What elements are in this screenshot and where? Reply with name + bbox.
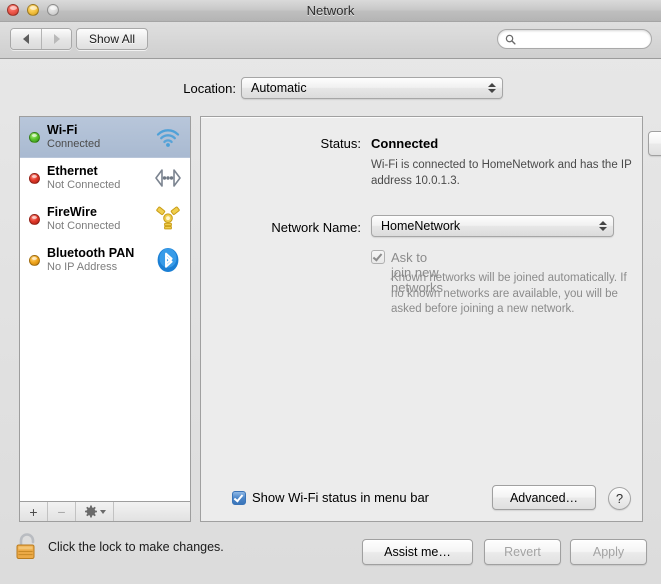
status-indicator-green [29, 131, 40, 143]
bluetooth-icon [154, 246, 182, 274]
status-indicator-red [29, 172, 40, 184]
service-name: Wi-Fi [47, 123, 78, 138]
advanced-label: Advanced… [509, 490, 579, 505]
location-popup-button[interactable]: Automatic [241, 77, 503, 99]
window-titlebar: Network [0, 0, 661, 22]
ask-to-join-description: Known networks will be joined automatica… [391, 272, 627, 316]
show-wifi-status-label: Show Wi-Fi status in menu bar [252, 490, 430, 505]
service-name: Ethernet [47, 164, 98, 179]
show-wifi-status-checkbox-row[interactable]: Show Wi-Fi status in menu bar [232, 490, 429, 505]
status-label: Status: [320, 136, 361, 151]
status-description: Wi-Fi is connected to HomeNetwork and ha… [371, 159, 632, 187]
service-row-wifi[interactable]: Wi-Fi Connected [20, 117, 190, 158]
service-row-firewire[interactable]: FireWire Not Connected [20, 199, 190, 240]
service-text: Bluetooth PAN No IP Address [47, 246, 134, 273]
service-text: FireWire Not Connected [47, 205, 120, 232]
network-name-label: Network Name: [271, 220, 361, 235]
service-row-bluetooth-pan[interactable]: Bluetooth PAN No IP Address [20, 240, 190, 281]
wifi-settings-panel: Status: Connected Turn Wi-Fi Off Wi-Fi i… [200, 116, 661, 522]
gear-icon [84, 505, 97, 517]
show-all-button[interactable]: Show All [76, 28, 149, 50]
remove-service-label: − [57, 503, 66, 520]
service-name: Bluetooth PAN [47, 246, 135, 261]
service-row-ethernet[interactable]: Ethernet Not Connected [20, 158, 190, 199]
navigation-buttons [10, 28, 72, 50]
network-preferences-window: Network Show All Location: Automatic Wi-… [0, 0, 661, 584]
arrow-left-icon [23, 34, 29, 44]
arrow-right-icon [53, 34, 60, 44]
stepper-arrows-icon [599, 221, 607, 231]
service-status: Not Connected [47, 219, 121, 232]
search-icon [505, 34, 516, 45]
network-services-list[interactable]: Wi-Fi Connected Ethernet Not Connected F… [19, 116, 191, 501]
service-status: Connected [47, 137, 101, 150]
ethernet-icon [154, 164, 182, 192]
help-button[interactable]: ? [608, 487, 631, 510]
back-button[interactable] [11, 29, 41, 49]
stepper-arrows-icon [488, 83, 496, 93]
search-field[interactable] [497, 29, 652, 49]
status-indicator-orange [29, 254, 40, 266]
checkmark-icon [233, 491, 244, 503]
show-all-label: Show All [89, 32, 136, 46]
forward-button [41, 29, 71, 49]
service-text: Wi-Fi Connected [47, 123, 100, 150]
service-status: Not Connected [47, 178, 121, 191]
assist-me-button[interactable]: Assist me… [362, 539, 473, 565]
window-toolbar: Show All [0, 22, 661, 59]
firewire-icon [154, 205, 182, 233]
revert-button: Revert [484, 539, 561, 565]
wifi-icon [154, 123, 182, 151]
show-wifi-status-checkbox[interactable] [232, 490, 246, 505]
chevron-down-icon [99, 509, 106, 514]
location-row: Location: Automatic [0, 76, 661, 100]
network-name-popup-button[interactable]: HomeNetwork [371, 215, 614, 237]
advanced-button[interactable]: Advanced… [492, 485, 596, 510]
network-name-selected-value: HomeNetwork [381, 219, 461, 233]
revert-label: Revert [504, 545, 541, 559]
ask-to-join-checkbox[interactable] [371, 250, 385, 264]
lock-row[interactable]: Click the lock to make changes. [14, 532, 224, 562]
service-text: Ethernet Not Connected [47, 164, 120, 191]
lock-instruction-text: Click the lock to make changes. [48, 540, 224, 554]
checkmark-icon [372, 251, 383, 262]
services-list-footer: + − [19, 501, 191, 522]
remove-service-button[interactable]: − [48, 502, 76, 521]
window-title: Network [306, 3, 355, 18]
service-name: FireWire [47, 205, 97, 220]
location-label: Location: [183, 80, 236, 96]
status-value: Connected [371, 136, 439, 151]
apply-label: Apply [592, 545, 625, 559]
help-label: ? [615, 491, 624, 506]
turn-wifi-off-button[interactable]: Turn Wi-Fi Off [648, 131, 661, 156]
location-selected-value: Automatic [251, 81, 307, 95]
search-input[interactable] [520, 32, 640, 46]
add-service-label: + [29, 503, 38, 520]
status-indicator-red [29, 213, 40, 225]
assist-me-label: Assist me… [384, 545, 451, 559]
add-service-button[interactable]: + [20, 502, 48, 521]
service-status: No IP Address [47, 260, 118, 273]
service-actions-button[interactable] [76, 502, 114, 521]
unlocked-padlock-icon[interactable] [14, 532, 40, 562]
apply-button: Apply [570, 539, 647, 565]
footer-filler [114, 502, 190, 521]
